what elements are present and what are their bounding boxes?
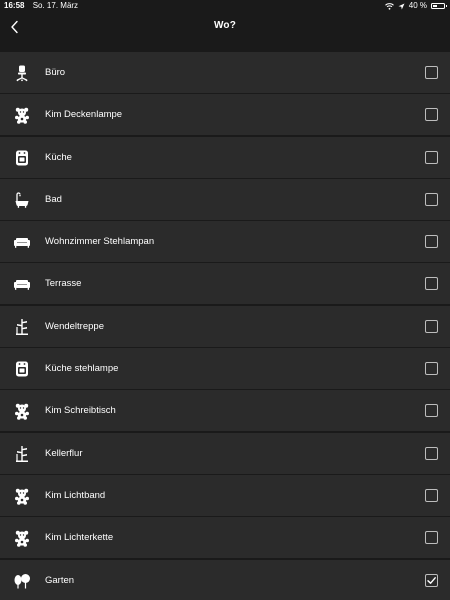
- teddy-bear-icon: [13, 529, 31, 548]
- checkbox[interactable]: [425, 66, 438, 79]
- checkmark-icon: [427, 576, 436, 584]
- sofa-icon: [13, 275, 31, 293]
- teddy-bear-icon: [13, 402, 31, 421]
- room-label: Kim Lichterkette: [45, 532, 114, 544]
- stove-icon: [13, 360, 31, 378]
- staircase-icon: [13, 318, 31, 336]
- checkbox[interactable]: [425, 108, 438, 122]
- room-row-wohnzimmer-stehlampan[interactable]: Wohnzimmer Stehlampan: [0, 221, 450, 263]
- staircase-icon: [13, 445, 31, 463]
- room-row-kellerflur[interactable]: Kellerflur: [0, 432, 450, 474]
- office-chair-icon: [13, 64, 31, 82]
- checkbox[interactable]: [425, 531, 438, 545]
- room-row-bad[interactable]: Bad: [0, 178, 450, 220]
- teddy-bear-icon: [13, 106, 31, 125]
- teddy-bear-icon: [13, 487, 31, 505]
- tree-icon: [13, 572, 31, 590]
- room-row-kim-deckenlampe[interactable]: Kim Deckenlampe: [0, 94, 450, 136]
- room-label: Büro: [45, 67, 66, 78]
- status-time: 16:58: [4, 1, 25, 10]
- checkbox[interactable]: [425, 319, 438, 333]
- room-row-büro[interactable]: Büro: [0, 52, 450, 93]
- room-label: Bad: [45, 193, 62, 205]
- room-label: Wendeltreppe: [45, 320, 104, 332]
- room-list: Büro Kim Deckenlampe Küche Bad Wohnzimmer St…: [0, 52, 450, 600]
- navigation-bar: Wo?: [0, 12, 450, 50]
- status-right: 40 %: [384, 0, 447, 12]
- sofa-icon: [13, 233, 31, 251]
- room-row-wendeltreppe[interactable]: Wendeltreppe: [0, 305, 450, 347]
- room-row-garten[interactable]: Garten: [0, 559, 450, 600]
- room-row-küche[interactable]: Küche: [0, 136, 450, 178]
- checkbox[interactable]: [425, 446, 438, 460]
- room-row-kim-lichterkette[interactable]: Kim Lichterkette: [0, 517, 450, 559]
- checkbox[interactable]: [425, 488, 438, 502]
- status-date: So. 17. März: [32, 1, 79, 10]
- status-bar: 16:58 So. 17. März 40 %: [0, 0, 450, 12]
- room-label: Wohnzimmer Stehlampan: [45, 236, 155, 248]
- room-row-kim-schreibtisch[interactable]: Kim Schreibtisch: [0, 390, 450, 432]
- checkbox[interactable]: [425, 362, 438, 376]
- room-row-küche-stehlampe[interactable]: Küche stehlampe: [0, 348, 450, 390]
- checkbox[interactable]: [425, 150, 438, 164]
- room-label: Küche: [45, 151, 72, 163]
- room-label: Garten: [45, 574, 75, 586]
- screen: 16:58 So. 17. März 40 % Wo? Büro Kim Dec…: [0, 0, 450, 600]
- checkbox[interactable]: [425, 235, 438, 249]
- bathtub-icon: [13, 191, 31, 209]
- checkbox[interactable]: [425, 192, 438, 206]
- checkbox-checked[interactable]: [425, 573, 438, 587]
- room-label: Kim Lichtband: [45, 489, 106, 501]
- checkbox[interactable]: [425, 277, 438, 291]
- room-label: Terrasse: [45, 278, 82, 290]
- room-label: Kim Schreibtisch: [45, 405, 116, 417]
- room-row-kim-lichtband[interactable]: Kim Lichtband: [0, 474, 450, 516]
- room-row-terrasse[interactable]: Terrasse: [0, 263, 450, 305]
- status-left: 16:58 So. 17. März: [4, 0, 78, 12]
- room-label: Kim Deckenlampe: [45, 109, 123, 121]
- checkbox[interactable]: [425, 404, 438, 418]
- stove-icon: [13, 149, 31, 167]
- battery-percent: 40 %: [408, 1, 427, 10]
- location-arrow-icon: [398, 3, 405, 9]
- wifi-icon: [384, 2, 394, 10]
- room-label: Küche stehlampe: [45, 363, 119, 375]
- battery-fill: [433, 5, 437, 7]
- page-title: Wo?: [213, 20, 237, 31]
- room-label: Kellerflur: [45, 447, 83, 459]
- battery-icon: [431, 3, 447, 9]
